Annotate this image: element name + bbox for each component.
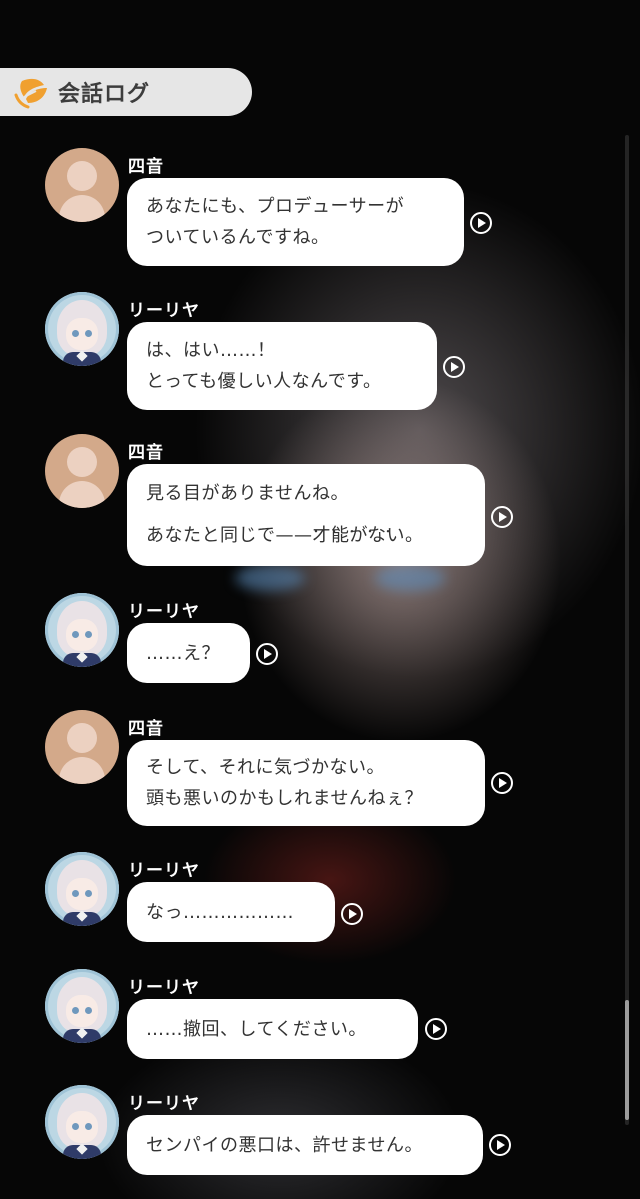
- message-bubble: は、はい……！ とっても優しい人なんです。: [127, 322, 437, 410]
- message-line: なっ………………: [146, 901, 294, 923]
- character-avatar: [45, 852, 119, 926]
- placeholder-avatar: [45, 710, 119, 784]
- character-avatar: [45, 593, 119, 667]
- message-line: ……え？: [146, 642, 220, 664]
- play-circle-icon[interactable]: [443, 356, 465, 378]
- message-line: そして、それに気づかない。: [146, 757, 386, 778]
- play-circle-icon[interactable]: [491, 772, 513, 794]
- message-line: は、はい……！: [146, 340, 276, 361]
- play-circle-icon[interactable]: [491, 506, 513, 528]
- speaker-name: 四音: [128, 443, 164, 463]
- speaker-name: 四音: [128, 719, 164, 739]
- play-circle-icon[interactable]: [425, 1018, 447, 1040]
- scrollbar-thumb[interactable]: [625, 1000, 629, 1120]
- log-header: 会話ログ: [0, 68, 252, 116]
- message-line: とっても優しい人なんです。: [146, 371, 382, 392]
- message-line: あなたにも、プロデューサーが: [146, 196, 405, 217]
- message-line: ……撤回、してください。: [146, 1018, 367, 1040]
- play-circle-icon[interactable]: [489, 1134, 511, 1156]
- speaker-name: リーリヤ: [128, 978, 200, 998]
- speaker-name: リーリヤ: [128, 301, 200, 321]
- placeholder-avatar: [45, 148, 119, 222]
- message-text: あなたと同じで——: [146, 525, 313, 546]
- message-bubble: あなたにも、プロデューサーが ついているんですね。: [127, 178, 464, 266]
- message-line: 見る目がありませんね。: [146, 483, 349, 504]
- background-eye-left: [235, 565, 305, 591]
- character-avatar: [45, 969, 119, 1043]
- play-circle-icon[interactable]: [470, 212, 492, 234]
- emphasized-text: 才能: [313, 525, 350, 546]
- message-line: センパイの悪口は、許せません。: [146, 1134, 423, 1156]
- speaker-name: 四音: [128, 157, 164, 177]
- speaker-name: リーリヤ: [128, 861, 200, 881]
- log-scrollbar[interactable]: [625, 135, 629, 1125]
- character-avatar: [45, 1085, 119, 1159]
- message-bubble: ……え？: [127, 623, 250, 683]
- message-bubble: 見る目がありませんね。 あなたと同じで——才能がない。: [127, 464, 485, 566]
- message-bubble: センパイの悪口は、許せません。: [127, 1115, 483, 1175]
- message-bubble: ……撤回、してください。: [127, 999, 418, 1059]
- speaker-name: リーリヤ: [128, 1094, 200, 1114]
- play-circle-icon[interactable]: [256, 643, 278, 665]
- message-line: 頭も悪いのかもしれませんねぇ？: [146, 788, 423, 809]
- play-circle-icon[interactable]: [341, 903, 363, 925]
- leaf-logo-icon: [14, 78, 47, 109]
- message-line: ついているんですね。: [146, 227, 330, 248]
- speaker-name: リーリヤ: [128, 602, 200, 622]
- message-line: あなたと同じで——才能がない。: [146, 515, 466, 557]
- character-avatar: [45, 292, 119, 366]
- background-eye-right: [375, 565, 445, 591]
- message-bubble: そして、それに気づかない。 頭も悪いのかもしれませんねぇ？: [127, 740, 485, 826]
- log-title: 会話ログ: [58, 82, 151, 107]
- message-bubble: なっ………………: [127, 882, 335, 942]
- placeholder-avatar: [45, 434, 119, 508]
